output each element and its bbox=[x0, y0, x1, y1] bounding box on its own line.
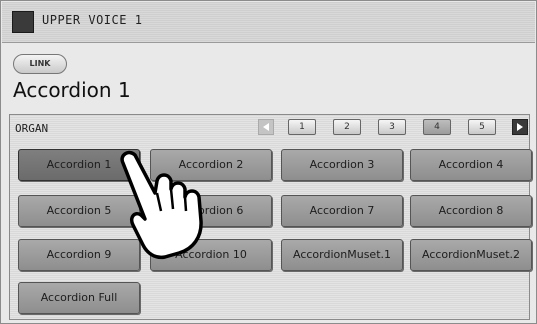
window-title: UPPER VOICE 1 bbox=[42, 13, 143, 27]
page-button-2[interactable]: 2 bbox=[333, 119, 361, 135]
window-icon bbox=[12, 11, 34, 33]
voice-button[interactable]: Accordion 7 bbox=[281, 195, 403, 227]
category-label: ORGAN bbox=[15, 122, 49, 135]
page-button-5[interactable]: 5 bbox=[468, 119, 496, 135]
left-arrow-icon bbox=[263, 123, 269, 131]
voice-button[interactable]: Accordion 8 bbox=[410, 195, 532, 227]
voice-button[interactable]: AccordionMuset.2 bbox=[410, 239, 532, 271]
title-bar: UPPER VOICE 1 bbox=[2, 2, 535, 43]
page-button-3[interactable]: 3 bbox=[378, 119, 406, 135]
voice-button[interactable]: Accordion 4 bbox=[410, 149, 532, 181]
prev-page-button[interactable] bbox=[258, 119, 274, 135]
page-button-1[interactable]: 1 bbox=[288, 119, 316, 135]
right-arrow-icon bbox=[517, 123, 523, 131]
link-button[interactable]: LINK bbox=[13, 54, 67, 74]
voice-button[interactable]: Accordion Full bbox=[18, 282, 140, 314]
hand-pointer-icon bbox=[120, 150, 203, 260]
page-button-4[interactable]: 4 bbox=[423, 119, 451, 135]
next-page-button[interactable] bbox=[512, 119, 528, 135]
voice-button[interactable]: AccordionMuset.1 bbox=[281, 239, 403, 271]
screen: UPPER VOICE 1 LINK Accordion 1 ORGAN 1 2… bbox=[0, 0, 537, 324]
current-voice-name: Accordion 1 bbox=[13, 78, 131, 102]
voice-button[interactable]: Accordion 3 bbox=[281, 149, 403, 181]
